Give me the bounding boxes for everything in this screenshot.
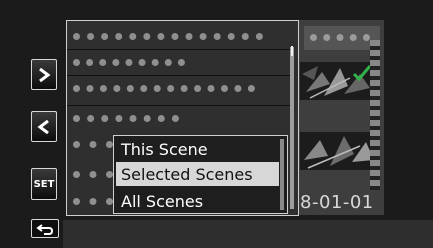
menu-item-this-scene[interactable]: This Scene	[116, 137, 279, 161]
previous-button[interactable]	[31, 111, 57, 142]
blurred-text	[73, 115, 179, 129]
blurred-text	[73, 198, 113, 212]
return-arrow-icon	[36, 223, 54, 235]
menu-item-all-scenes[interactable]: All Scenes	[116, 189, 279, 213]
blurred-text	[73, 171, 113, 185]
checkmark-icon	[352, 65, 372, 82]
next-button[interactable]	[31, 59, 57, 90]
camcorder-screen: 8-01-01 This Scene Selected Scenes All S…	[0, 0, 433, 248]
blurred-text	[73, 85, 255, 99]
blurred-text	[73, 141, 113, 155]
film-strip-edge	[370, 40, 380, 190]
list-scrollbar-thumb[interactable]	[291, 46, 293, 56]
scene-thumbnail[interactable]	[300, 62, 376, 100]
chevron-left-icon	[37, 119, 49, 134]
bottom-bar	[63, 220, 433, 248]
menu-item-selected-scenes[interactable]: Selected Scenes	[116, 162, 279, 186]
set-button[interactable]: SET	[31, 168, 57, 200]
blurred-text	[73, 33, 263, 47]
date-display: 8-01-01	[300, 192, 374, 213]
thumbnail-info-label	[304, 26, 380, 50]
list-scrollbar[interactable]	[290, 47, 294, 209]
scene-thumbnail[interactable]	[300, 132, 376, 170]
blurred-text	[310, 34, 370, 48]
menu-scrollbar[interactable]	[280, 139, 284, 210]
chevron-right-icon	[39, 67, 51, 82]
scene-selection-menu: This Scene Selected Scenes All Scenes	[113, 135, 288, 214]
return-button[interactable]	[31, 219, 59, 238]
leaf-photo	[300, 132, 376, 170]
blurred-text	[73, 59, 185, 73]
